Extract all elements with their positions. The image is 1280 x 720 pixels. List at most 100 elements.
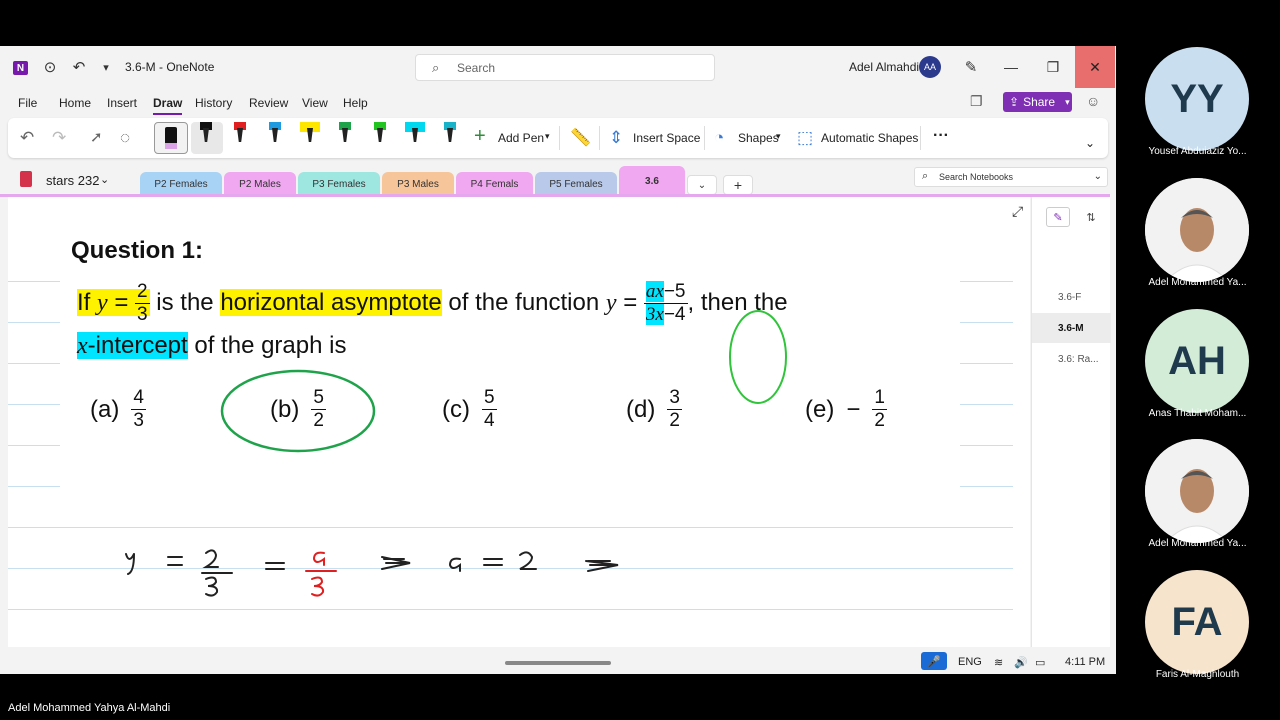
shapes-button[interactable]: Shapes <box>738 131 779 145</box>
volume-icon[interactable]: 🔊 <box>1014 656 1028 669</box>
select-icon[interactable]: ➚ <box>90 128 103 146</box>
section-list-button[interactable]: ⌄ <box>687 175 717 195</box>
chevron-down-icon: ⌄ <box>1093 171 1102 182</box>
menu-review[interactable]: Review <box>249 96 288 110</box>
sort-icon[interactable]: ⇅ <box>1079 207 1103 227</box>
ink-a <box>448 557 461 572</box>
search-input[interactable]: ⌕ Search <box>415 54 715 81</box>
divider <box>599 126 600 150</box>
ink-2 <box>202 549 219 568</box>
tab-p3-males[interactable]: P3 Males <box>382 172 454 196</box>
participant-photo <box>1145 178 1249 282</box>
chevron-down-icon[interactable]: ▾ <box>545 131 550 142</box>
section-tab-row: stars 232 ⌄ P2 Females P2 Males P3 Femal… <box>0 162 1116 196</box>
pen-teal-icon[interactable] <box>440 122 460 152</box>
clock[interactable]: 4:11 PM <box>1065 656 1105 668</box>
shapes-icon[interactable]: ◔ <box>714 128 724 148</box>
highlighter-yellow-icon[interactable] <box>300 122 320 152</box>
undo-icon[interactable]: ↶ <box>70 58 88 76</box>
menu-draw[interactable]: Draw <box>153 96 183 115</box>
page-item[interactable]: 3.6-F <box>1032 282 1111 312</box>
pen-red-icon[interactable] <box>230 122 250 152</box>
tab-p3-females[interactable]: P3 Females <box>298 172 380 196</box>
avatar[interactable]: AA <box>919 56 941 78</box>
add-pen-label[interactable]: Add Pen <box>498 131 544 145</box>
menu-help[interactable]: Help <box>343 96 368 110</box>
user-name[interactable]: Adel Almahdi <box>849 60 919 74</box>
ink-implies-1 <box>381 556 411 570</box>
pen-lime-icon[interactable] <box>370 122 390 152</box>
page-item-selected[interactable]: 3.6-M <box>1032 313 1111 343</box>
menu-view[interactable]: View <box>302 96 328 110</box>
immersive-reader-icon[interactable]: ❐ <box>970 93 983 110</box>
avatar: FA <box>1145 570 1249 674</box>
pen-icon[interactable]: ✎ <box>962 58 980 76</box>
menu-bar: File Home Insert Draw History Review Vie… <box>0 88 1116 116</box>
participant-photo <box>1145 439 1249 543</box>
ruler-icon[interactable]: 📏 <box>570 128 591 148</box>
undo-icon[interactable]: ↶ <box>20 128 34 148</box>
avatar: AH <box>1145 309 1249 413</box>
back-icon[interactable]: ⊙ <box>41 58 59 76</box>
tab-p2-females[interactable]: P2 Females <box>140 172 222 196</box>
page-list-pane: ✎ ⇅ 3.6-F 3.6-M 3.6: Ra... <box>1031 197 1111 647</box>
chevron-down-icon[interactable]: ⌄ <box>1085 136 1095 150</box>
battery-icon[interactable]: ▭ <box>1035 656 1045 669</box>
participant-name: Anas Thabit Moham... <box>1148 408 1247 419</box>
ink-implies-2 <box>585 560 619 572</box>
people-icon[interactable]: ☺ <box>1086 93 1100 109</box>
participant-name: Faris Al-Maghlouth <box>1155 669 1240 680</box>
tab-p2-males[interactable]: P2 Males <box>224 172 296 196</box>
person-icon <box>1145 178 1249 282</box>
ink-equals <box>167 556 183 566</box>
ink-red-fraction <box>305 551 337 597</box>
page-canvas[interactable]: ⤢ Question 1: If y = 23 is the horizonta… <box>8 197 1030 647</box>
menu-history[interactable]: History <box>195 96 232 110</box>
tab-3-6[interactable]: 3.6 <box>619 166 685 196</box>
minimize-button[interactable]: — <box>991 46 1031 88</box>
highlighter-cyan-icon[interactable] <box>405 122 425 152</box>
insert-space-icon[interactable]: ⇕ <box>609 128 623 148</box>
automatic-shapes-button[interactable]: Automatic Shapes <box>821 131 918 145</box>
ink-red-3 <box>311 576 325 597</box>
automatic-shapes-icon[interactable]: ⬚ <box>797 128 813 148</box>
menu-home[interactable]: Home <box>59 96 91 110</box>
tab-p4-femals[interactable]: P4 Femals <box>456 172 533 196</box>
tab-p5-females[interactable]: P5 Females <box>535 172 617 196</box>
pen-black-icon[interactable] <box>196 122 216 152</box>
page-item[interactable]: 3.6: Ra... <box>1032 344 1111 374</box>
chevron-down-icon[interactable]: ⌄ <box>100 173 109 186</box>
onenote-logo-icon: N <box>13 61 28 75</box>
search-icon: ⌕ <box>922 170 929 182</box>
pen-green-icon[interactable] <box>335 122 355 152</box>
language-indicator[interactable]: ENG <box>958 656 982 668</box>
share-button[interactable]: ⇪ Share ▾ <box>1003 92 1072 112</box>
notebook-name[interactable]: stars 232 <box>46 173 99 188</box>
add-page-icon[interactable]: ✎ <box>1046 207 1070 227</box>
lasso-icon[interactable]: ◌ <box>120 128 130 148</box>
menu-insert[interactable]: Insert <box>107 96 137 110</box>
redo-icon[interactable]: ↷ <box>52 128 66 148</box>
menu-file[interactable]: File <box>18 96 37 110</box>
participant-name: Adel Mohammed Ya... <box>1148 277 1247 288</box>
more-options-icon[interactable]: ··· <box>933 127 949 145</box>
customize-toolbar-icon[interactable]: ▾ <box>97 58 115 76</box>
wifi-icon[interactable]: ≋ <box>994 656 1003 669</box>
horizontal-scrollbar[interactable] <box>505 661 611 665</box>
close-button[interactable]: ✕ <box>1075 46 1115 88</box>
microphone-icon[interactable]: 🎤 <box>921 652 947 670</box>
add-section-button[interactable]: + <box>723 175 753 195</box>
ink-work-line <box>125 549 619 597</box>
insert-space-button[interactable]: Insert Space <box>633 131 700 145</box>
eraser-tool[interactable] <box>154 122 188 154</box>
chevron-down-icon[interactable]: ▾ <box>776 131 781 142</box>
add-pen-icon[interactable]: + <box>474 125 486 148</box>
search-notebooks-input[interactable]: ⌕ Search Notebooks ⌄ <box>914 167 1108 187</box>
restore-button[interactable]: ❐ <box>1033 46 1073 88</box>
pen-blue-icon[interactable] <box>265 122 285 152</box>
window-title: 3.6-M - OneNote <box>125 60 215 74</box>
search-placeholder: Search <box>457 61 496 75</box>
screen: N ⊙ ↶ ▾ 3.6-M - OneNote ⌕ Search Adel Al… <box>0 0 1280 720</box>
eraser-tip <box>165 143 177 149</box>
ink-circle-answer-b <box>220 369 376 453</box>
